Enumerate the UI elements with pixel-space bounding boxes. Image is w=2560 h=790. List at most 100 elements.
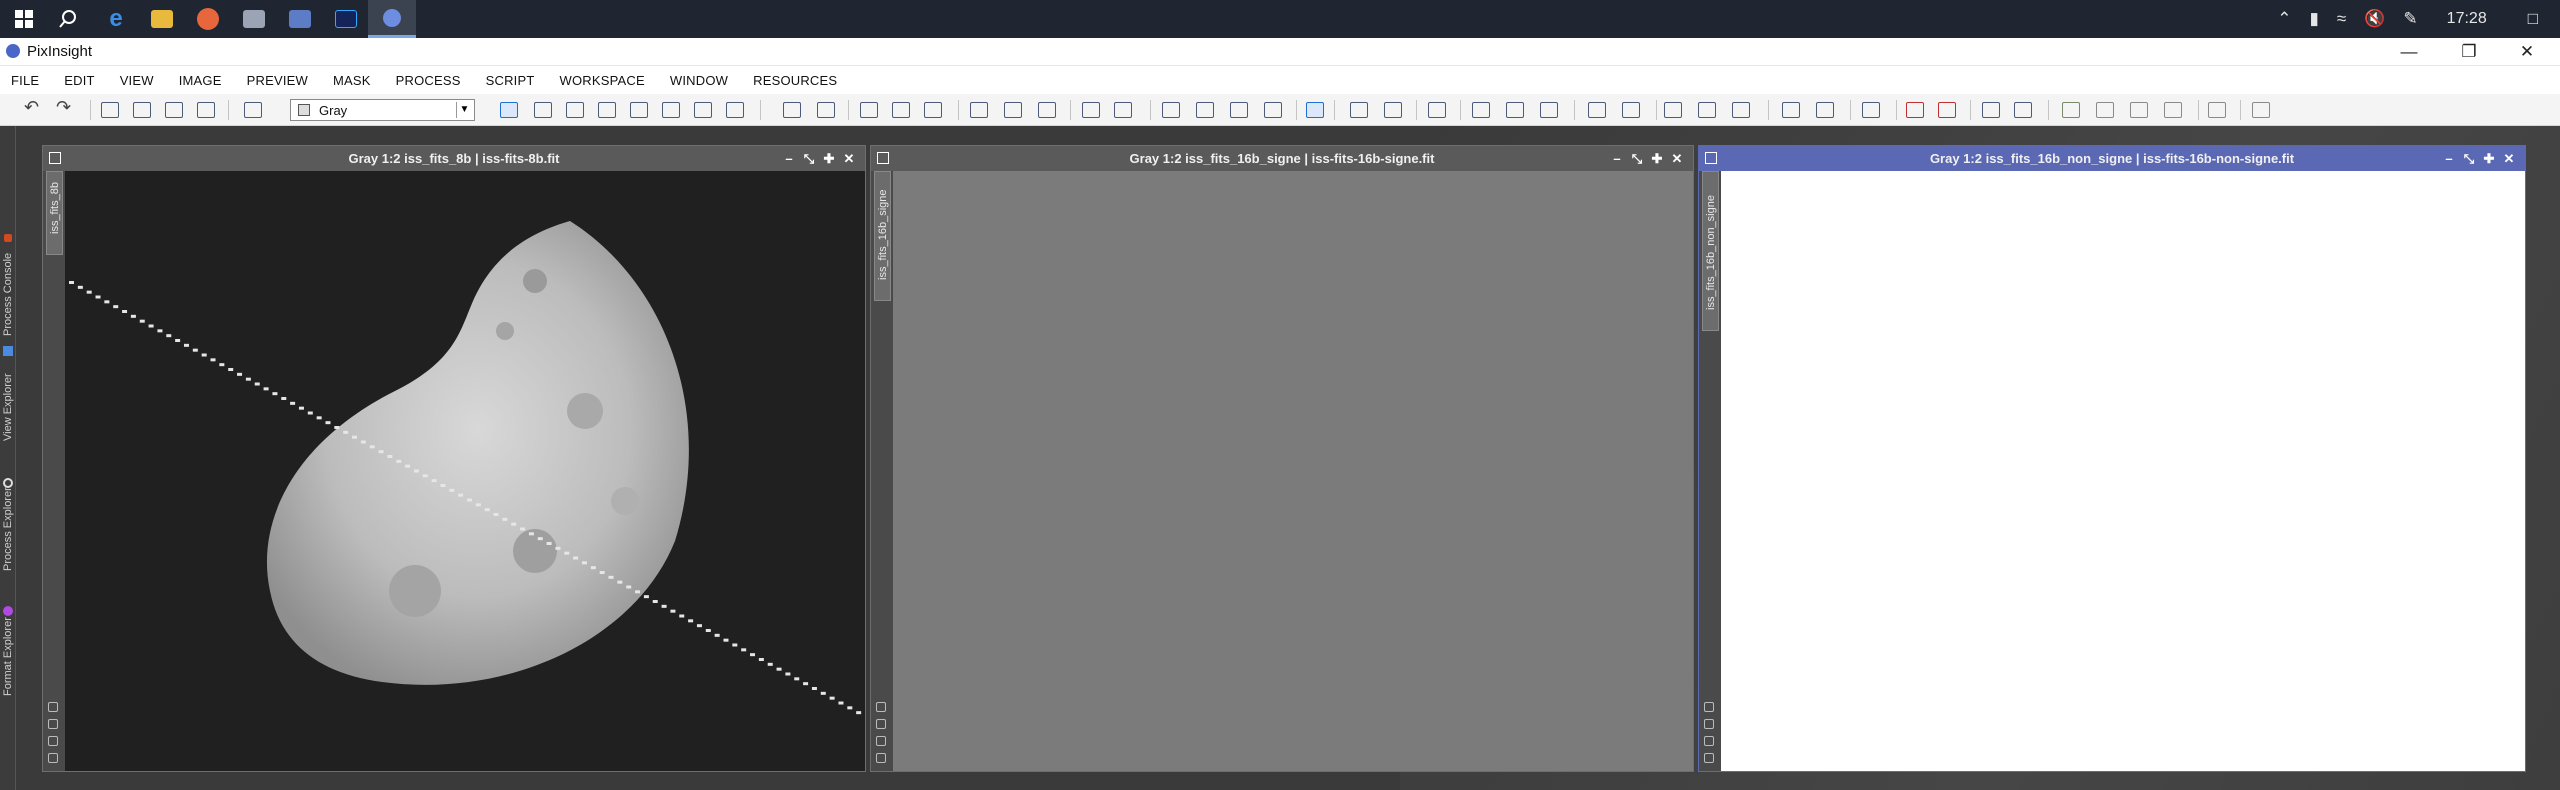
menu-view[interactable]: VIEW bbox=[120, 73, 154, 88]
restore-button[interactable]: ❐ bbox=[2440, 38, 2498, 66]
grid-icon[interactable] bbox=[2208, 102, 2226, 118]
photoshop-icon[interactable] bbox=[322, 0, 370, 38]
window-icon[interactable] bbox=[1082, 102, 1100, 118]
stf-icon[interactable] bbox=[1506, 102, 1524, 118]
window-menu-icon[interactable] bbox=[49, 152, 61, 164]
explorer-icon[interactable] bbox=[1698, 102, 1716, 118]
view-id-tab[interactable]: iss_fits_16b_signe bbox=[874, 171, 891, 301]
tab-process-explorer[interactable]: Process Explorer bbox=[0, 371, 16, 571]
zoom-fit-button[interactable]: ⤡ bbox=[2459, 151, 2479, 167]
search-icon[interactable] bbox=[44, 0, 92, 38]
screen-icon[interactable] bbox=[1816, 102, 1834, 118]
expand-icon[interactable] bbox=[48, 719, 58, 729]
move-icon[interactable] bbox=[598, 102, 616, 118]
stf-icon[interactable] bbox=[1350, 102, 1368, 118]
pan-mode-icon[interactable] bbox=[566, 102, 584, 118]
screen-icon[interactable] bbox=[1782, 102, 1800, 118]
image-window-8b[interactable]: Gray 1:2 iss_fits_8b | iss-fits-8b.fit –… bbox=[42, 145, 866, 772]
readout-mode-icon[interactable] bbox=[500, 102, 518, 118]
zoom-in-icon[interactable] bbox=[783, 102, 801, 118]
window-icon[interactable] bbox=[1038, 102, 1056, 118]
menu-resources[interactable]: RESOURCES bbox=[753, 73, 837, 88]
explorer-icon[interactable] bbox=[1664, 102, 1682, 118]
undo-icon[interactable]: ↶ bbox=[24, 97, 42, 117]
clock[interactable]: 17:28 bbox=[2447, 10, 2487, 28]
image-window-title[interactable]: Gray 1:2 iss_fits_16b_non_signe | iss-fi… bbox=[1699, 146, 2525, 171]
screen-red-icon[interactable] bbox=[1938, 102, 1956, 118]
tab-process-console[interactable]: Process Console bbox=[0, 136, 16, 336]
image-window-16b-signe[interactable]: Gray 1:2 iss_fits_16b_signe | iss-fits-1… bbox=[870, 145, 1694, 772]
zoom-fit-button[interactable]: ⤡ bbox=[799, 151, 819, 167]
minimize-button[interactable]: — bbox=[2380, 38, 2438, 66]
image-tool-icon[interactable] bbox=[133, 102, 151, 118]
tab-format-explorer[interactable]: Format Explorer bbox=[0, 496, 16, 696]
menu-file[interactable]: FILE bbox=[11, 73, 39, 88]
wifi-icon[interactable]: ≈ bbox=[2337, 9, 2346, 29]
view-id-tab[interactable]: iss_fits_8b bbox=[46, 171, 63, 255]
mask-icon[interactable] bbox=[1264, 102, 1282, 118]
pen-icon[interactable]: ✎ bbox=[2403, 9, 2417, 29]
menu-workspace[interactable]: WORKSPACE bbox=[560, 73, 645, 88]
target-icon[interactable] bbox=[48, 753, 58, 763]
grid-icon[interactable] bbox=[2096, 102, 2114, 118]
explorer-icon[interactable] bbox=[1588, 102, 1606, 118]
preview-icon[interactable] bbox=[694, 102, 712, 118]
screen-red-icon[interactable] bbox=[1906, 102, 1924, 118]
expand-icon[interactable] bbox=[1704, 719, 1714, 729]
pin-icon[interactable] bbox=[48, 702, 58, 712]
menu-script[interactable]: SCRIPT bbox=[486, 73, 535, 88]
stf-icon[interactable] bbox=[1306, 102, 1324, 118]
image-window-16b-non-signe[interactable]: Gray 1:2 iss_fits_16b_non_signe | iss-fi… bbox=[1698, 145, 2526, 772]
image-window-title[interactable]: Gray 1:2 iss_fits_16b_signe | iss-fits-1… bbox=[871, 146, 1693, 171]
shade-button[interactable]: – bbox=[779, 151, 799, 166]
stf-icon[interactable] bbox=[1384, 102, 1402, 118]
image-tool-icon[interactable] bbox=[165, 102, 183, 118]
close-window-button[interactable]: ✕ bbox=[1667, 151, 1687, 167]
screen-icon[interactable] bbox=[1862, 102, 1880, 118]
mask-icon[interactable] bbox=[1230, 102, 1248, 118]
zoom-out-icon[interactable] bbox=[892, 102, 910, 118]
menu-process[interactable]: PROCESS bbox=[396, 73, 461, 88]
menu-image[interactable]: IMAGE bbox=[179, 73, 222, 88]
menu-edit[interactable]: EDIT bbox=[64, 73, 94, 88]
move-icon[interactable] bbox=[630, 102, 648, 118]
remote-desktop-icon[interactable] bbox=[230, 0, 278, 38]
pin-icon[interactable] bbox=[876, 702, 886, 712]
maximize-button[interactable]: ✚ bbox=[2479, 151, 2499, 167]
stf-icon[interactable] bbox=[1428, 102, 1446, 118]
zoom-mode-icon[interactable] bbox=[534, 102, 552, 118]
explorer-icon[interactable] bbox=[1622, 102, 1640, 118]
close-button[interactable]: ✕ bbox=[2498, 38, 2556, 66]
edge-browser-icon[interactable]: e bbox=[92, 0, 140, 38]
image-window-title[interactable]: Gray 1:2 iss_fits_8b | iss-fits-8b.fit bbox=[43, 146, 865, 171]
mask-icon[interactable] bbox=[1162, 102, 1180, 118]
zoom-in-icon[interactable] bbox=[860, 102, 878, 118]
stf-icon[interactable] bbox=[1472, 102, 1490, 118]
pin-icon[interactable] bbox=[1704, 702, 1714, 712]
new-view-icon[interactable] bbox=[244, 102, 262, 118]
notification-icon[interactable]: □ bbox=[2528, 9, 2538, 29]
screen-icon[interactable] bbox=[2014, 102, 2032, 118]
mask-icon[interactable] bbox=[1196, 102, 1214, 118]
window-icon[interactable] bbox=[1114, 102, 1132, 118]
image-tool-icon[interactable] bbox=[197, 102, 215, 118]
windows-start-icon[interactable] bbox=[0, 0, 48, 38]
target-icon[interactable] bbox=[1704, 753, 1714, 763]
zoom-fit-button[interactable]: ⤡ bbox=[1627, 151, 1647, 167]
network-app-icon[interactable] bbox=[276, 0, 324, 38]
image-tool-icon[interactable] bbox=[101, 102, 119, 118]
zoom-out-icon[interactable] bbox=[817, 102, 835, 118]
firefox-icon[interactable] bbox=[184, 0, 232, 38]
screen-icon[interactable] bbox=[1982, 102, 2000, 118]
shade-button[interactable]: – bbox=[1607, 151, 1627, 166]
menu-preview[interactable]: PREVIEW bbox=[247, 73, 308, 88]
channel-selector[interactable]: Gray ▼ bbox=[290, 99, 475, 121]
menu-window[interactable]: WINDOW bbox=[670, 73, 728, 88]
view-id-tab[interactable]: iss_fits_16b_non_signe bbox=[1702, 171, 1719, 331]
explorer-icon[interactable] bbox=[1732, 102, 1750, 118]
chevron-up-icon[interactable]: ⌃ bbox=[2277, 9, 2291, 29]
copy-icon[interactable] bbox=[876, 736, 886, 746]
window-menu-icon[interactable] bbox=[877, 152, 889, 164]
close-window-button[interactable]: ✕ bbox=[839, 151, 859, 167]
menu-mask[interactable]: MASK bbox=[333, 73, 371, 88]
